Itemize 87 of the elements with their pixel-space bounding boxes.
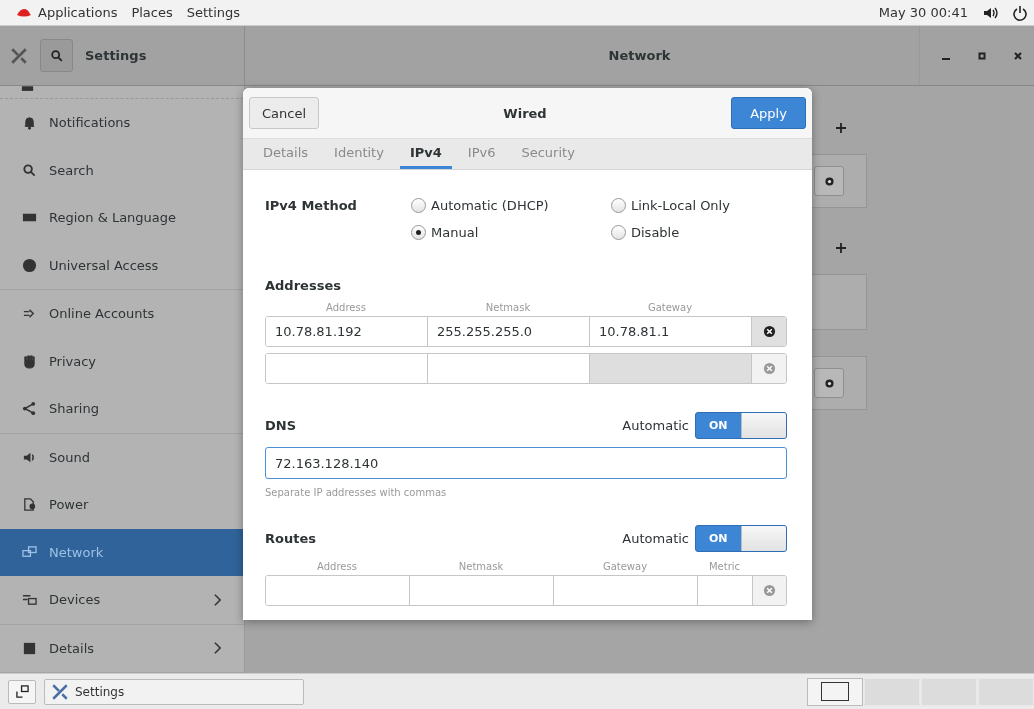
sidebar-label: Search <box>49 162 95 178</box>
sidebar-label: Notifications <box>49 115 132 131</box>
column-header: Gateway <box>646 302 694 313</box>
sidebar-label: Sound <box>49 449 91 465</box>
sidebar-item[interactable]: Notifications <box>0 99 244 147</box>
radio-button[interactable] <box>411 225 426 240</box>
clock[interactable]: May 30 00:41 <box>878 5 968 20</box>
method-label: IPv4 Method <box>265 198 358 215</box>
input-field[interactable]: 10.78.81.192 <box>266 317 428 346</box>
switch-label: Automatic <box>622 418 689 433</box>
column-header: Netmask <box>457 561 505 572</box>
hint-text: Separate IP addresses with commas <box>265 487 448 498</box>
sidebar-label: Network <box>49 544 105 560</box>
toggle-switch[interactable]: ON <box>695 412 787 439</box>
sidebar-item[interactable]: Privacy <box>0 337 244 385</box>
search-icon <box>22 162 37 178</box>
network-icon <box>22 544 37 560</box>
workspace-button[interactable] <box>807 677 863 706</box>
sidebar-item[interactable]: Search <box>0 146 244 194</box>
radio-button[interactable] <box>611 225 626 240</box>
cancel-button[interactable]: Cancel <box>249 97 320 129</box>
radio-button[interactable] <box>411 198 426 213</box>
search-button[interactable] <box>40 39 73 72</box>
clear-icon <box>763 584 776 597</box>
switch-label: Automatic <box>622 531 689 546</box>
input-field[interactable]: 72.163.128.140 <box>265 447 787 479</box>
radio-label: Disable <box>631 225 680 240</box>
remove-button[interactable] <box>752 317 786 346</box>
top-menu[interactable]: Places <box>131 5 173 20</box>
section-title: Routes <box>265 531 316 546</box>
sidebar-item[interactable]: Region & Language <box>0 194 244 242</box>
section-title: Addresses <box>265 278 342 293</box>
top-menu[interactable]: Settings <box>186 5 241 20</box>
column-header: Gateway <box>601 561 649 572</box>
radio-label: Automatic (DHCP) <box>431 198 549 213</box>
column-header: Address <box>316 561 358 572</box>
apply-button[interactable]: Apply <box>731 97 806 129</box>
taskbar-item[interactable]: Settings <box>44 678 304 705</box>
close-icon[interactable] <box>1012 49 1024 62</box>
settings-button[interactable] <box>814 166 844 196</box>
section-title: DNS <box>265 418 297 433</box>
page-title: Network <box>608 48 671 63</box>
sidebar-label: Devices <box>49 592 102 608</box>
sidebar-label: Region & Language <box>49 210 178 226</box>
input-field[interactable] <box>266 576 410 605</box>
sidebar-item[interactable]: Network <box>0 528 244 576</box>
settings-button[interactable] <box>814 368 844 398</box>
sidebar-item[interactable]: Devices <box>0 576 244 624</box>
sidebar-item[interactable]: Power <box>0 481 244 529</box>
windows-icon <box>15 685 29 698</box>
sidebar-label: Universal Access <box>49 257 160 273</box>
sidebar-item[interactable]: Sharing <box>0 385 244 433</box>
radio-button[interactable] <box>611 198 626 213</box>
input-field[interactable] <box>266 354 428 383</box>
column-header: Address <box>325 302 367 313</box>
dialog-title: Wired <box>503 105 547 121</box>
radio-label: Manual <box>431 225 479 240</box>
sidebar-label: Details <box>49 640 96 656</box>
bell-icon <box>22 115 37 131</box>
clear-icon <box>762 362 776 375</box>
chevron-right-icon <box>213 592 222 607</box>
share-icon <box>22 401 37 417</box>
app-title: Settings <box>85 48 147 63</box>
column-header: Netmask <box>484 302 532 313</box>
radio-label: Link-Local Only <box>631 198 730 213</box>
sidebar-item[interactable]: Universal Access <box>0 241 244 289</box>
clear-icon <box>762 325 776 338</box>
toggle-switch[interactable]: ON <box>695 525 787 552</box>
window-switch-button[interactable] <box>8 679 36 704</box>
sidebar-label: Online Accounts <box>49 306 156 322</box>
search-icon <box>49 48 64 63</box>
sidebar-item[interactable]: Sound <box>0 433 244 481</box>
sidebar-label: Power <box>49 497 90 513</box>
chevron-right-icon <box>213 641 222 656</box>
gear-icon <box>822 174 836 188</box>
column-header: Metric <box>707 561 742 572</box>
gear-icon <box>822 376 836 390</box>
sidebar-item[interactable]: Details <box>0 624 244 672</box>
plus-icon[interactable] <box>835 242 847 254</box>
tab[interactable]: IPv4 <box>399 139 452 169</box>
plus-icon[interactable] <box>835 122 847 134</box>
sidebar-label: Sharing <box>49 401 100 417</box>
top-menu[interactable]: Applications <box>38 5 118 20</box>
devices-icon <box>22 592 37 608</box>
sidebar-label: Privacy <box>49 353 98 369</box>
sidebar-item[interactable]: Online Accounts <box>0 290 244 338</box>
hat-logo-icon <box>16 7 32 18</box>
